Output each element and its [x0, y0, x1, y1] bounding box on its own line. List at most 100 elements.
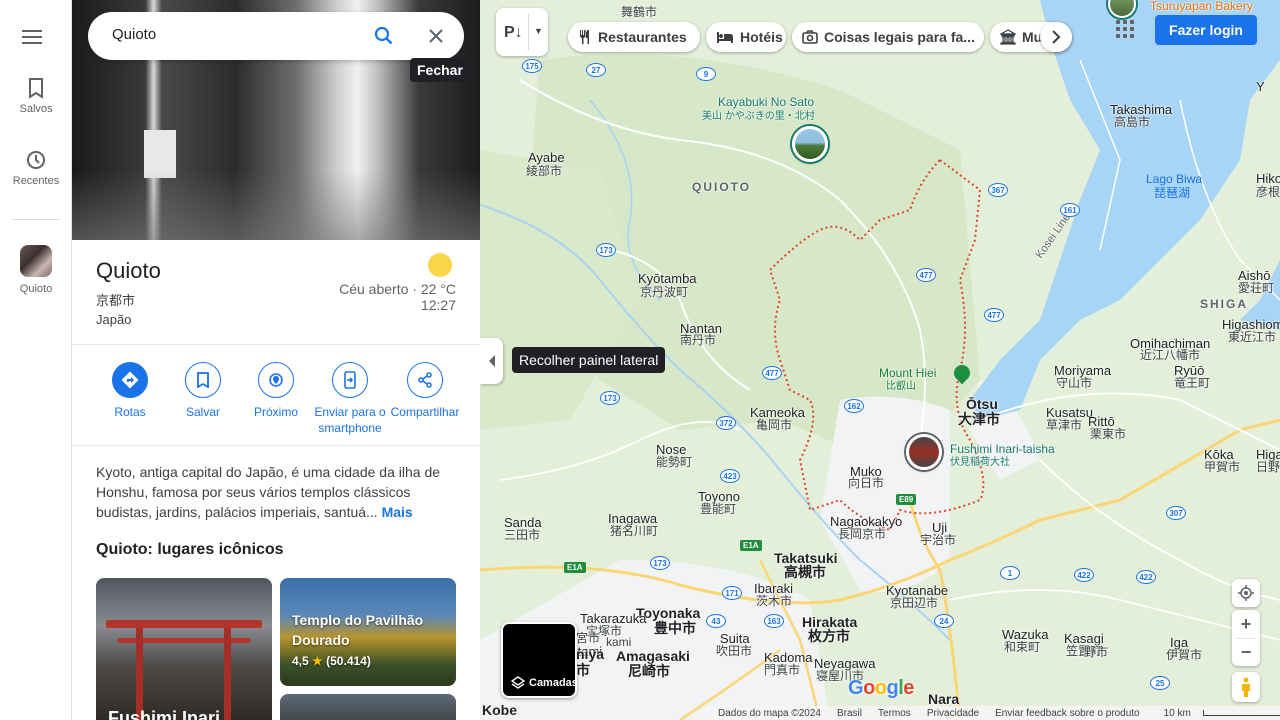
route-shield: 477 — [984, 308, 1004, 322]
map-label: 伏見稲荷大社 — [950, 457, 1010, 468]
map-label[interactable]: Mount Hiei — [879, 367, 936, 380]
kayabuki-marker[interactable] — [792, 126, 828, 162]
map-label: 草津市 — [1046, 418, 1083, 432]
map-data-credit[interactable]: Dados do mapa ©2024 — [718, 708, 821, 719]
close-icon[interactable] — [426, 26, 446, 46]
iconic-place-card[interactable]: Fushimi Inari — [96, 578, 272, 720]
directions-icon — [121, 371, 139, 389]
feedback-link[interactable]: Enviar feedback sobre o produto — [995, 708, 1140, 719]
map-label: 猪名川町 — [610, 524, 659, 538]
hamburger-menu-icon[interactable] — [22, 26, 50, 48]
map-label: 東近江市 — [1228, 330, 1277, 344]
action-bar: Rotas Salvar Próximo Enviar para o smart… — [96, 362, 466, 442]
fork-knife-icon — [580, 30, 589, 44]
send-to-phone-button[interactable]: Enviar para o smartphone — [311, 362, 389, 436]
map-label: Y — [1256, 79, 1265, 94]
poi-label[interactable]: Tsuruyapan Bakery — [1150, 0, 1253, 13]
nearby-button[interactable]: Próximo — [238, 362, 314, 420]
search-icon[interactable] — [374, 26, 394, 46]
my-location-button[interactable] — [1232, 579, 1260, 607]
layers-button[interactable]: Camadas — [501, 622, 578, 698]
collapse-panel-button[interactable] — [480, 338, 503, 384]
chevron-down-icon: ▼ — [534, 26, 543, 36]
map-label: 宇治市 — [920, 533, 957, 547]
login-button[interactable]: Fazer login — [1155, 15, 1257, 45]
zoom-divider — [1236, 638, 1256, 639]
share-button[interactable]: Compartilhar — [384, 362, 466, 420]
chip-things-to-do[interactable]: Coisas legais para fa... — [792, 22, 984, 52]
map-canvas[interactable]: P↓ ▼ Restaurantes Hotéis Coisas legais p… — [480, 0, 1280, 720]
chip-label: Restaurantes — [598, 29, 687, 45]
left-rail: Salvos Recentes Quioto — [0, 0, 72, 720]
rail-item-label: Salvos — [19, 103, 53, 115]
map-label: 舞鶴市 — [621, 5, 658, 19]
more-link[interactable]: Mais — [382, 504, 413, 520]
place-description: Kyoto, antiga capital do Japão, é uma ci… — [96, 462, 456, 522]
camera-icon — [802, 30, 818, 44]
nearby-icon — [269, 373, 283, 387]
directions-button[interactable]: Rotas — [92, 362, 168, 420]
map-label: niya — [576, 646, 605, 662]
country-link[interactable]: Brasil — [837, 708, 862, 719]
chip-hotels[interactable]: Hotéis — [706, 22, 786, 52]
map-label: 三田市 — [504, 528, 541, 542]
map-label: 日野町 — [1256, 460, 1280, 474]
map-label: 能勢町 — [656, 455, 693, 469]
zoom-out-button[interactable]: − — [1232, 638, 1260, 666]
map-label: Kyōtamba — [638, 271, 697, 286]
zoom-controls: + − — [1232, 610, 1260, 666]
fushimi-inari-marker[interactable] — [906, 434, 942, 470]
weather-text: Céu aberto · 22 °C — [339, 281, 456, 297]
map-label: 京丹波町 — [640, 285, 689, 299]
scale-line — [1202, 710, 1280, 716]
my-location-icon — [1238, 585, 1254, 601]
map-label[interactable]: Fushimi Inari-taisha — [950, 443, 1055, 456]
route-shield: 173 — [600, 391, 620, 405]
map-label: 大津市 — [958, 411, 1000, 427]
street-view-pegman-icon[interactable] — [1232, 672, 1260, 702]
expressway-shield: E1A — [740, 540, 762, 551]
chips-next-button[interactable] — [1040, 22, 1072, 52]
map-label: 比叡山 — [886, 381, 916, 392]
route-shield: 422 — [1074, 568, 1094, 582]
rail-item-recents[interactable]: Recentes — [0, 149, 72, 187]
rail-item-label: Recentes — [12, 175, 60, 187]
map-label: Ayabe — [528, 150, 565, 165]
rail-item-saved[interactable]: Salvos — [0, 77, 72, 115]
hero-sign-board — [144, 130, 176, 178]
place-title: Quioto — [96, 258, 161, 283]
travel-mode-button[interactable]: P↓ ▼ — [496, 8, 548, 56]
rating-value: 4,5 — [292, 654, 309, 668]
map-label: 綾部市 — [526, 164, 563, 178]
map-label: 豊能町 — [700, 502, 737, 516]
iconic-places-title: Quioto: lugares icônicos — [96, 541, 284, 558]
route-shield: 25 — [1150, 676, 1170, 690]
rail-item-recent-place[interactable]: Quioto — [0, 245, 72, 295]
google-apps-icon[interactable] — [1116, 20, 1134, 38]
map-label: 彦根 — [1256, 185, 1280, 199]
search-input[interactable] — [112, 26, 362, 43]
search-box — [88, 12, 464, 60]
iconic-place-card[interactable]: Templo do Pavilhão Dourado 4,5 ★ (50.414… — [280, 578, 456, 686]
map-label[interactable]: Kayabuki No Sato — [718, 96, 814, 109]
place-panel: Quioto 京都市 Japão Céu aberto · 22 °C 12:2… — [72, 0, 480, 720]
save-button[interactable]: Salvar — [165, 362, 241, 420]
card-title: Fushimi Inari — [108, 708, 221, 720]
map-label: 竜王町 — [1174, 376, 1211, 390]
map-label: 京田辺市 — [890, 596, 939, 610]
zoom-in-button[interactable]: + — [1232, 610, 1260, 638]
map-label: 向日市 — [848, 476, 885, 490]
route-shield: 307 — [1166, 506, 1186, 520]
scale-bar[interactable]: 10 km — [1156, 708, 1280, 719]
iconic-place-card[interactable] — [280, 694, 456, 720]
map-label: 伊賀市 — [1166, 648, 1203, 662]
map-label: 市 — [576, 662, 590, 678]
map-label: 愛荘町 — [1238, 281, 1275, 295]
privacy-link[interactable]: Privacidade — [927, 708, 979, 719]
chip-restaurants[interactable]: Restaurantes — [568, 22, 700, 52]
map-label: 吹田市 — [716, 644, 753, 658]
terms-link[interactable]: Termos — [878, 708, 911, 719]
map-label: 栗東市 — [1090, 427, 1127, 441]
water-label: 琵琶湖 — [1154, 186, 1191, 200]
route-shield: 372 — [716, 416, 736, 430]
